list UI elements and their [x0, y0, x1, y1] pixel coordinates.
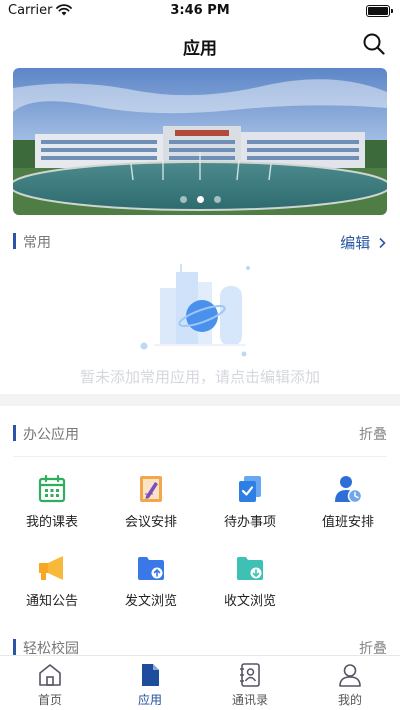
app-screen: Carrier 3:46 PM 应用 常用 编辑 暂未添加常用应用，请点击编辑添…: [0, 0, 400, 710]
megaphone-icon: [39, 556, 63, 580]
tab-label: 应用: [137, 693, 162, 707]
favorites-header: 常用 编辑: [13, 231, 387, 253]
meeting-doc-icon: [140, 476, 162, 502]
edit-button[interactable]: 编辑: [340, 232, 387, 253]
office-header: 办公应用 折叠: [13, 423, 387, 443]
pagination-dot[interactable]: [179, 196, 187, 203]
app-label: 会议安排: [124, 515, 177, 530]
section-divider: [0, 394, 400, 406]
home-icon: [39, 664, 61, 686]
todo-icon: [239, 476, 261, 502]
tab-home[interactable]: 首页: [0, 662, 100, 708]
battery-icon: [366, 5, 393, 17]
chevron-right-icon: [379, 237, 386, 249]
app-my-schedule[interactable]: 我的课表: [2, 474, 102, 534]
tab-bar: 首页 应用 通讯录 我的: [0, 655, 400, 710]
pagination-dot[interactable]: [213, 196, 221, 203]
app-meeting[interactable]: 会议安排: [101, 474, 201, 534]
campus-banner[interactable]: [13, 68, 387, 215]
tab-label: 我的: [337, 693, 362, 707]
tab-apps[interactable]: 应用: [100, 662, 200, 708]
status-bar: Carrier 3:46 PM: [0, 0, 400, 24]
app-incoming-docs[interactable]: 收文浏览: [200, 553, 300, 613]
app-label: 通知公告: [25, 594, 78, 609]
folder-download-icon: [237, 557, 263, 580]
empty-state-illustration: [140, 264, 250, 357]
app-label: 收文浏览: [223, 594, 276, 609]
app-todo[interactable]: 待办事项: [200, 474, 300, 534]
app-label: 我的课表: [25, 515, 78, 530]
page-title: 应用: [183, 39, 217, 59]
office-collapse-button[interactable]: 折叠: [359, 424, 387, 444]
calendar-icon: [38, 474, 66, 503]
section-marker: [13, 639, 16, 655]
empty-state-text: 暂未添加常用应用，请点击编辑添加: [79, 368, 320, 386]
app-notice[interactable]: 通知公告: [2, 553, 102, 613]
navigation-bar: 应用: [0, 26, 400, 64]
section-marker: [13, 425, 16, 441]
app-label: 发文浏览: [124, 594, 177, 609]
folder-upload-icon: [138, 557, 164, 580]
campus-header: 轻松校园 折叠: [13, 637, 387, 657]
duty-person-icon: [335, 476, 363, 504]
tab-label: 通讯录: [231, 693, 268, 707]
tab-contacts[interactable]: 通讯录: [200, 662, 300, 708]
section-marker: [13, 233, 16, 249]
contacts-icon: [240, 663, 260, 687]
apps-doc-icon: [142, 664, 159, 686]
edit-label: 编辑: [340, 234, 371, 252]
profile-icon: [339, 664, 361, 687]
pagination-dot-active[interactable]: [196, 196, 204, 203]
tab-label: 首页: [37, 693, 62, 707]
divider: [13, 456, 387, 457]
app-label: 待办事项: [223, 515, 276, 530]
app-duty[interactable]: 值班安排: [298, 474, 398, 534]
app-label: 值班安排: [321, 515, 374, 530]
favorites-title: 常用: [23, 235, 51, 251]
banner-pagination[interactable]: [13, 188, 387, 207]
tab-profile[interactable]: 我的: [300, 662, 400, 708]
clock: 3:46 PM: [170, 3, 230, 18]
search-icon[interactable]: [362, 32, 386, 56]
app-outgoing-docs[interactable]: 发文浏览: [101, 553, 201, 613]
office-title: 办公应用: [23, 427, 79, 443]
